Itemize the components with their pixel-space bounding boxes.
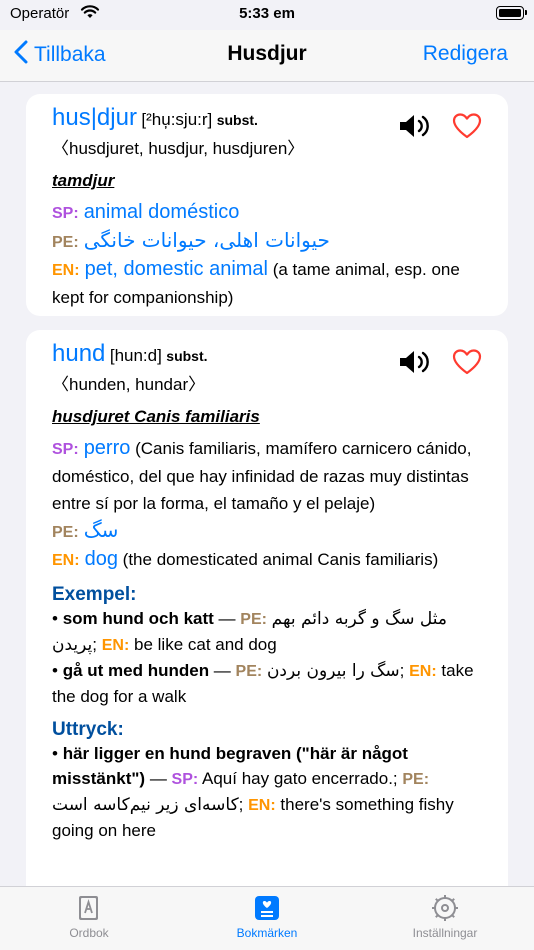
en-label: EN: bbox=[248, 797, 276, 814]
pe-translation: حیوانات اهلی، حیوانات خانگی bbox=[83, 228, 330, 252]
tab-bokmarken[interactable]: Bokmärken bbox=[178, 893, 356, 940]
headword: hus|djur bbox=[52, 104, 137, 131]
part-of-speech: subst. bbox=[216, 112, 258, 128]
example-swedish: som hund och katt bbox=[62, 609, 214, 628]
speaker-icon[interactable] bbox=[398, 112, 432, 145]
entry-card-husdjur: hus|djur [²hu̦:sju:r] subst. 〈husdjuret,… bbox=[26, 94, 508, 316]
headword: hund bbox=[52, 340, 106, 367]
gear-icon bbox=[430, 893, 460, 923]
tab-label: Inställningar bbox=[412, 926, 478, 940]
tab-installningar[interactable]: Inställningar bbox=[356, 893, 534, 940]
idiom-persian: کاسه‌ای زیر نیم‌کاسه است bbox=[52, 795, 239, 815]
idiom-item: • här ligger en hund begraven ("här är n… bbox=[52, 744, 454, 840]
translation-en: EN: dog (the domesticated animal Canis f… bbox=[52, 546, 482, 574]
heart-icon[interactable] bbox=[452, 348, 482, 381]
pronunciation: [²hu̦:sju:r] bbox=[141, 110, 213, 129]
tab-label: Bokmärken bbox=[236, 926, 298, 940]
synonym-link[interactable]: tamdjur bbox=[52, 171, 482, 191]
idiom-dash: — bbox=[145, 769, 172, 788]
sp-translation: perro bbox=[83, 437, 131, 459]
sp-translation: animal doméstico bbox=[83, 201, 240, 223]
example-persian: سگ را بیرون بردن bbox=[266, 661, 400, 681]
synonym-link[interactable]: husdjuret Canis familiaris bbox=[52, 407, 482, 427]
entry-card-hund: hund [hun:d] subst. 〈hunden, hundar〉 hus… bbox=[26, 330, 508, 900]
pe-translation: سگ bbox=[83, 518, 119, 542]
speaker-icon[interactable] bbox=[398, 348, 432, 381]
example-dash: — bbox=[213, 609, 241, 628]
bookmarks-icon bbox=[252, 893, 282, 923]
sp-label: SP: bbox=[171, 771, 199, 788]
translation-sp: SP: perro (Canis familiaris, mamífero ca… bbox=[52, 435, 482, 517]
translation-en: EN: pet, domestic animal (a tame animal,… bbox=[52, 256, 482, 311]
en-translation: dog bbox=[84, 548, 118, 570]
translation-sp: SP: animal doméstico bbox=[52, 199, 482, 227]
example-separator: ; bbox=[92, 635, 102, 654]
examples-heading: Exempel: bbox=[52, 584, 137, 605]
example-separator: ; bbox=[399, 661, 410, 680]
example-item: • som hund och katt — PE: مثل سگ و گربه … bbox=[52, 609, 448, 655]
heart-icon[interactable] bbox=[452, 112, 482, 145]
pe-label: PE: bbox=[52, 524, 79, 541]
example-swedish: gå ut med hunden bbox=[62, 661, 210, 680]
en-label: EN: bbox=[101, 637, 130, 654]
status-bar: Operatör 5:33 em bbox=[0, 0, 534, 30]
idiom-separator: ; bbox=[238, 795, 249, 814]
translation-pe: PE: حیوانات اهلی، حیوانات خانگی bbox=[52, 227, 482, 256]
en-description: (the domesticated animal Canis familiari… bbox=[117, 550, 439, 569]
clock: 5:33 em bbox=[239, 5, 295, 22]
en-label: EN: bbox=[52, 552, 80, 569]
en-translation: pet, domestic animal bbox=[84, 258, 268, 280]
edit-button[interactable]: Redigera bbox=[423, 42, 508, 66]
example-english: be like cat and dog bbox=[129, 635, 277, 654]
part-of-speech: subst. bbox=[166, 348, 208, 364]
battery-icon bbox=[496, 6, 527, 20]
pe-label: PE: bbox=[235, 663, 263, 680]
entry-actions bbox=[398, 112, 482, 145]
tab-ordbok[interactable]: Ordbok bbox=[0, 893, 178, 940]
sp-label: SP: bbox=[52, 441, 79, 458]
navigation-bar: Tillbaka Husdjur Redigera bbox=[0, 30, 534, 82]
pe-label: PE: bbox=[240, 611, 267, 628]
en-label: EN: bbox=[409, 663, 437, 680]
idiom-spanish: Aquí hay gato encerrado. bbox=[198, 769, 393, 788]
pronunciation: [hun:d] bbox=[109, 346, 162, 365]
dictionary-icon bbox=[74, 893, 104, 923]
translation-pe: PE: سگ bbox=[52, 517, 482, 546]
example-item: • gå ut med hunden — PE: سگ را بیرون برد… bbox=[52, 661, 474, 706]
idiom-separator: ; bbox=[392, 769, 403, 788]
example-dash: — bbox=[209, 661, 236, 680]
tab-bar: Ordbok Bokmärken Inställningar bbox=[0, 886, 534, 950]
tab-label: Ordbok bbox=[69, 926, 109, 940]
idioms-heading: Uttryck: bbox=[52, 719, 124, 740]
entry-actions bbox=[398, 348, 482, 381]
pe-label: PE: bbox=[402, 771, 430, 788]
pe-label: PE: bbox=[52, 234, 79, 251]
en-label: EN: bbox=[52, 262, 80, 279]
sp-label: SP: bbox=[52, 205, 79, 222]
